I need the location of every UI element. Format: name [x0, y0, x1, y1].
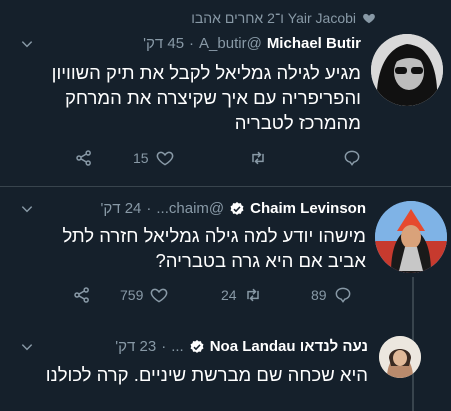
like-count: 15	[133, 150, 149, 166]
tweet[interactable]: נעה לנדאו Noa Landau ... · 23 דק' היא שכ…	[0, 318, 451, 411]
retweet-button[interactable]	[248, 148, 274, 168]
tweet-text: מגיע לגילה גמליאל לקבל את תיק השוויון וה…	[51, 62, 361, 133]
retweet-icon	[246, 288, 259, 302]
author-name[interactable]: Michael Butir	[267, 35, 361, 52]
author-handle[interactable]: @A_butir	[199, 35, 262, 52]
retweet-count: 24	[221, 287, 237, 303]
tweet[interactable]: Michael Butir @A_butir · 45 דק' מגיע לגי…	[0, 0, 451, 185]
tweet-time[interactable]: 24 דק'	[100, 200, 141, 217]
avatar-image	[371, 34, 443, 106]
chevron-down-icon[interactable]	[20, 340, 34, 354]
like-count: 759	[120, 287, 144, 303]
share-icon	[74, 287, 89, 303]
heart-outline-icon	[150, 288, 168, 303]
tweet[interactable]: Chaim Levinson @chaim... · 24 דק' מישהו …	[0, 187, 451, 411]
chevron-down-icon[interactable]	[20, 37, 34, 51]
tweet-text: מישהו יודע למה גילה גמליאל חזרה לתל אביב…	[62, 225, 366, 271]
share-icon	[76, 150, 91, 166]
tweet-header: נעה לנדאו Noa Landau ... · 23 דק'	[115, 338, 368, 355]
tweet-time[interactable]: 45 דק'	[143, 35, 184, 52]
avatar[interactable]	[379, 336, 421, 378]
tweet-time[interactable]: 23 דק'	[115, 338, 156, 355]
retweet-button[interactable]: 24	[221, 285, 263, 305]
tweet-header: Michael Butir @A_butir · 45 דק'	[143, 35, 361, 52]
verified-badge-icon	[230, 201, 244, 215]
reply-button[interactable]: 89	[311, 285, 353, 305]
share-button[interactable]	[72, 285, 92, 305]
heart-outline-icon	[156, 151, 173, 166]
like-button[interactable]: 15	[133, 148, 175, 168]
like-button[interactable]: 759	[120, 285, 169, 305]
author-handle[interactable]: ...	[171, 338, 184, 355]
tweet-header: Chaim Levinson @chaim... · 24 דק'	[100, 200, 366, 217]
reply-icon	[335, 287, 350, 303]
share-button[interactable]	[74, 148, 94, 168]
avatar-image	[379, 336, 421, 378]
reply-count: 89	[311, 287, 327, 303]
author-handle[interactable]: @chaim...	[156, 200, 224, 217]
retweet-icon	[252, 151, 264, 165]
reply-button[interactable]	[342, 148, 368, 168]
tweet-text: היא שכחה שם מברשת שיניים. קרה לכולנו	[45, 364, 368, 385]
avatar-image	[375, 201, 447, 273]
reply-icon	[344, 150, 360, 166]
author-name[interactable]: נעה לנדאו Noa Landau	[210, 338, 368, 355]
author-name[interactable]: Chaim Levinson	[250, 200, 366, 217]
verified-badge-icon	[190, 339, 204, 353]
chevron-down-icon[interactable]	[20, 202, 34, 216]
avatar[interactable]	[375, 201, 447, 273]
timeline: Yair Jacobi ו־2 אחרים אהבו Michael Butir…	[0, 0, 451, 411]
avatar[interactable]	[371, 34, 443, 106]
